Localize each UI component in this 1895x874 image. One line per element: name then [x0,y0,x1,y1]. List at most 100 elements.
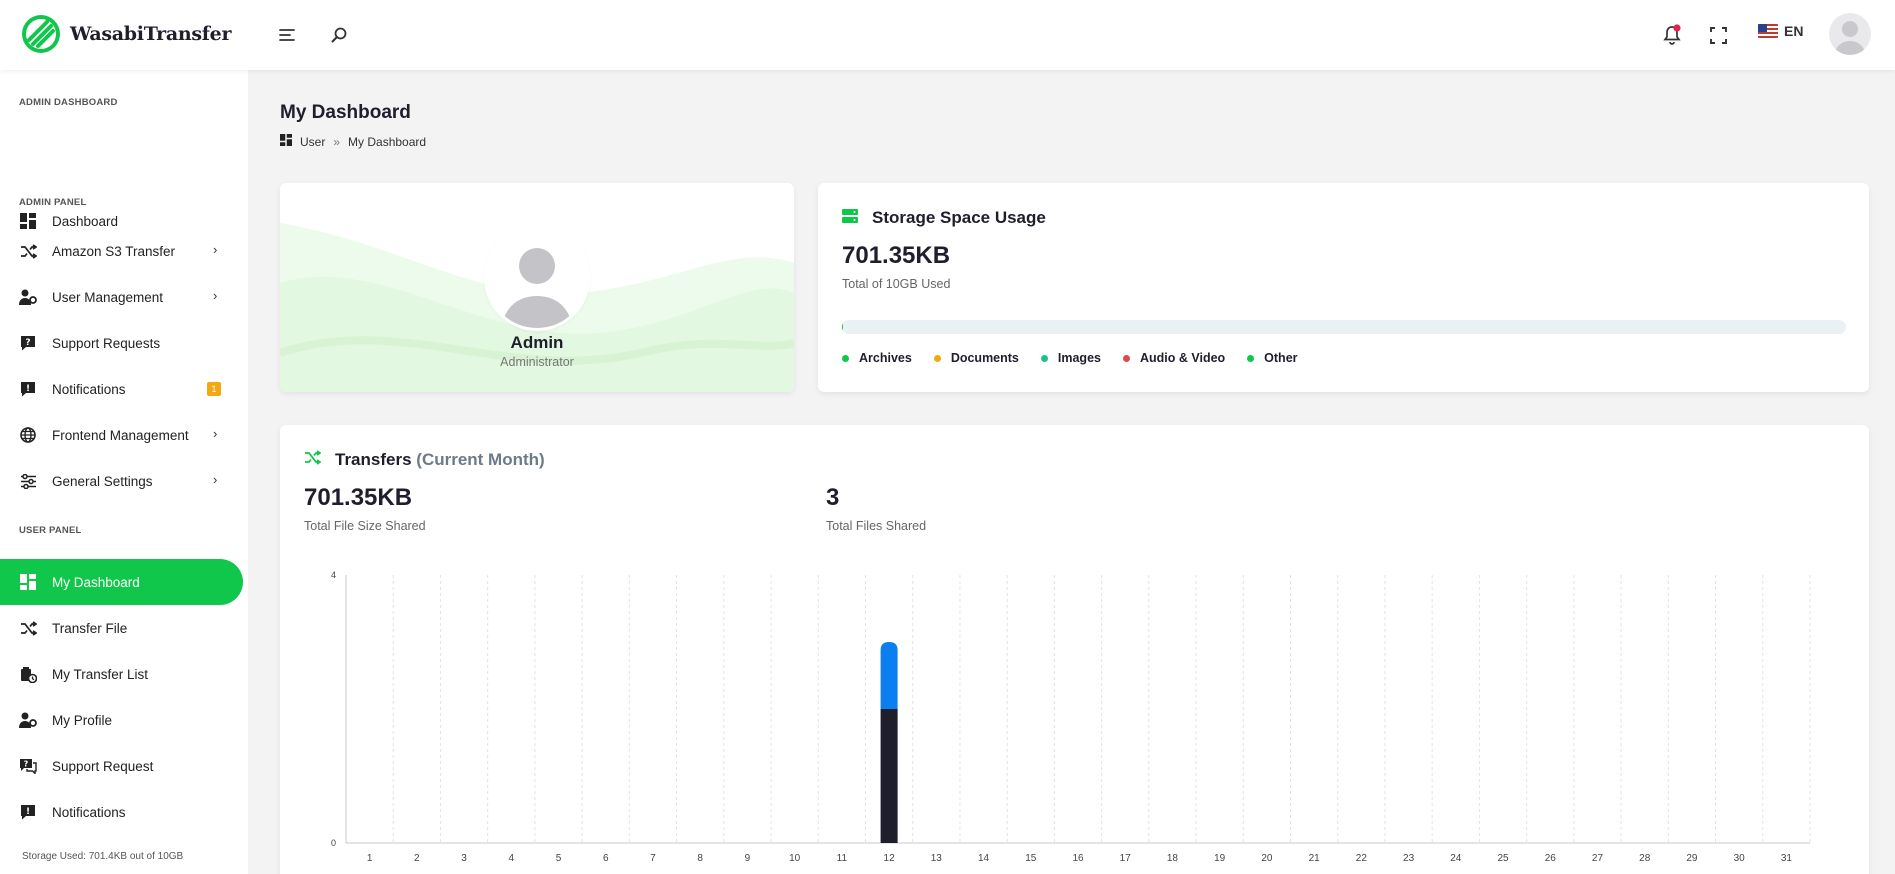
x-tick-label: 23 [1403,853,1415,864]
sidebar-item-general-settings[interactable]: General Settings › [0,458,243,504]
legend-item-images: Images [1040,351,1101,365]
legend-label: Audio & Video [1139,351,1226,365]
sidebar-item-amazon-s3-transfer[interactable]: Amazon S3 Transfer › [0,228,243,274]
alert-bubble-icon: ! [19,380,37,398]
sidebar-item-transfer-file[interactable]: Transfer File [0,605,243,651]
x-tick-label: 7 [650,853,656,864]
total-files-shared-label: Total Files Shared [826,519,927,533]
x-tick-label: 18 [1167,853,1179,864]
breadcrumb: User » My Dashboard [280,134,426,149]
shuffle-icon [304,450,322,470]
x-tick-label: 11 [837,853,848,864]
notification-bell-icon[interactable] [1659,22,1685,48]
legend-label: Other [1264,351,1298,365]
section-label-admin-panel: ADMIN PANEL [19,197,87,208]
svg-text:?: ? [25,338,30,348]
chevron-right-icon: › [213,242,218,257]
x-tick-label: 21 [1309,853,1321,864]
sidebar: ADMIN DASHBOARD Dashboard ADMIN PANEL Am… [0,70,248,874]
legend-dot [1247,354,1255,362]
sidebar-item-label: General Settings [52,473,153,489]
x-tick-label: 31 [1781,853,1793,864]
x-tick-label: 17 [1120,853,1132,864]
x-tick-label: 9 [745,853,751,864]
storage-total-text: Total of 10GB Used [842,277,951,291]
breadcrumb-user-link[interactable]: User [300,135,325,149]
x-tick-label: 27 [1592,853,1604,864]
language-selector[interactable]: EN [1758,23,1803,39]
sidebar-item-label: My Transfer List [52,666,149,682]
profile-name: Admin [510,333,564,352]
legend-dot [1040,354,1048,362]
x-tick-label: 1 [367,853,373,864]
language-code: EN [1784,23,1804,39]
storage-card-header: Storage Space Usage [842,208,1046,228]
x-tick-label: 4 [509,853,515,864]
transfers-card: Transfers (Current Month) 701.35KB Total… [280,425,1869,874]
x-tick-label: 12 [884,853,896,864]
sidebar-item-support-request[interactable]: ? Support Request [0,743,243,789]
storage-progress-bar [842,320,1846,334]
bar-segment [880,642,898,709]
sidebar-item-my-transfer-list[interactable]: My Transfer List [0,651,243,697]
x-tick-label: 13 [931,853,943,864]
sidebar-item-my-dashboard[interactable]: My Dashboard [0,559,243,605]
storage-usage-card: Storage Space Usage 701.35KB Total of 10… [818,183,1869,392]
svg-text:?: ? [24,760,29,769]
x-tick-label: 3 [461,853,467,864]
question-bubble-icon: ? [19,757,37,775]
legend-dot [842,354,849,362]
sidebar-item-notifications-admin[interactable]: ! Notifications 1 [0,366,243,412]
total-size-shared-value: 701.35KB [304,484,413,511]
notification-count-badge: 1 [207,382,221,396]
app-logo[interactable]: WasabiTransfer [20,13,231,55]
sidebar-item-frontend-management[interactable]: Frontend Management › [0,412,243,458]
sidebar-item-support-requests[interactable]: ? Support Requests [0,320,243,366]
question-bubble-icon: ? [19,334,37,352]
page-title: My Dashboard [280,102,411,123]
x-tick-label: 30 [1734,853,1746,864]
sidebar-item-label: Dashboard [52,213,119,229]
sidebar-item-user-management[interactable]: User Management › [0,274,243,320]
profile-role: Administrator [500,355,574,369]
x-tick-label: 28 [1639,853,1651,864]
x-tick-label: 8 [697,853,703,864]
bar-segment [880,709,898,843]
breadcrumb-current: My Dashboard [348,134,427,149]
storage-card-title: Storage Space Usage [872,208,1046,227]
transfer-list-icon [19,665,37,683]
profile-avatar[interactable] [487,228,587,328]
legend-item-archives: Archives [842,351,912,365]
storage-drive-icon [842,208,858,228]
sliders-icon [19,472,37,490]
legend-item-documents: Documents [933,351,1019,365]
logo-mark-icon [22,15,60,53]
fullscreen-icon[interactable] [1705,22,1731,48]
us-flag-icon [1758,24,1778,38]
sidebar-item-label: Amazon S3 Transfer [52,243,176,259]
sidebar-item-label: Support Request [52,758,154,774]
x-tick-label: 20 [1261,853,1273,864]
x-tick-label: 22 [1356,853,1368,864]
breadcrumb-separator: » [333,134,341,149]
storage-legend: Archives Documents Images Audio & Video … [842,351,1298,365]
sidebar-item-label: My Profile [52,712,113,728]
search-icon[interactable] [326,22,352,48]
x-tick-label: 10 [789,853,801,864]
sidebar-item-label: Notifications [52,804,126,820]
menu-toggle-icon[interactable] [274,22,300,48]
sidebar-item-notifications-user[interactable]: ! Notifications [0,789,243,835]
x-tick-label: 26 [1545,853,1557,864]
x-tick-label: 16 [1072,853,1084,864]
alert-bubble-icon: ! [19,803,37,821]
section-label-admin-dashboard: ADMIN DASHBOARD [19,97,118,108]
transfers-card-header: Transfers (Current Month) [304,450,545,470]
sidebar-item-my-profile[interactable]: My Profile [0,697,243,743]
chevron-right-icon: › [213,288,218,303]
x-tick-label: 15 [1025,853,1037,864]
app-name: WasabiTransfer [70,23,232,45]
chevron-right-icon: › [213,426,218,441]
legend-dot [933,354,941,362]
user-avatar[interactable] [1829,13,1871,55]
x-tick-label: 29 [1686,853,1698,864]
